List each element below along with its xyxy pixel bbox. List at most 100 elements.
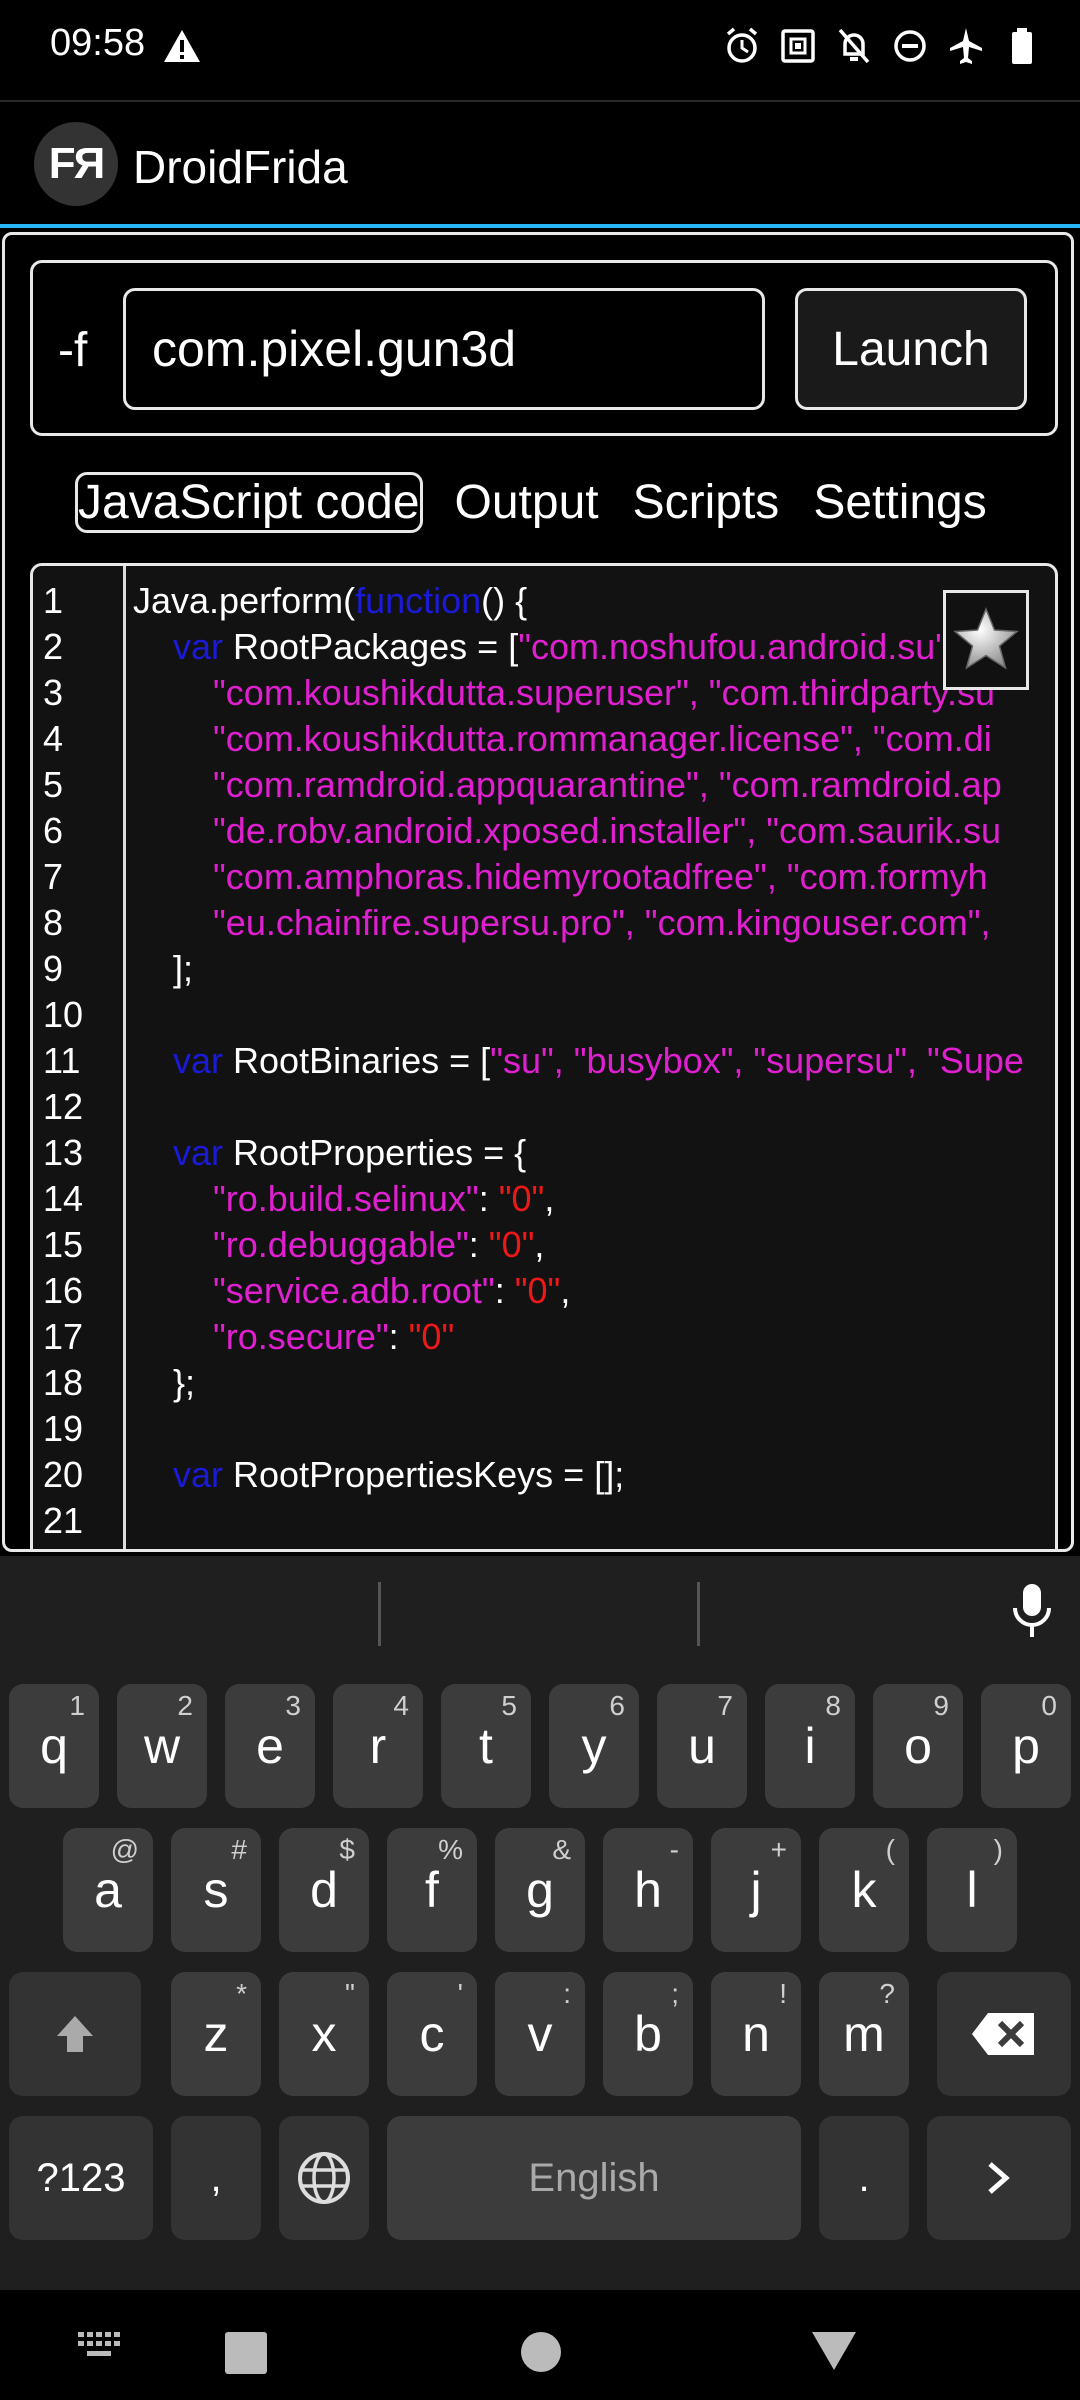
key-k[interactable]: k(	[819, 1828, 909, 1952]
code-token: function	[355, 580, 482, 621]
enter-arrow-icon	[988, 2162, 1010, 2194]
key-g[interactable]: g &	[495, 1828, 585, 1952]
period-key[interactable]: .	[819, 2116, 909, 2240]
key-c[interactable]: c '	[387, 1972, 477, 2096]
code-line: "com.amphoras.hidemyrootadfree", "com.fo…	[133, 854, 988, 900]
line-number-gutter: 1 2 3 4 5 6 7 8 9 10 11 12 13 14 15 16 17 18 19 20 21	[33, 566, 126, 1549]
code-token: "0"	[514, 1270, 561, 1311]
code-editor[interactable]: 1 2 3 4 5 6 7 8 9 10 11 12 13 14 15 16 17 18 19 20 21 Java.p…	[30, 563, 1058, 1549]
shift-icon	[57, 2016, 93, 2052]
key-y[interactable]: y6	[549, 1684, 639, 1808]
key-label: ?123	[36, 2155, 126, 2200]
line-number: 17	[43, 1316, 84, 1357]
code-token: ,	[560, 1270, 571, 1311]
key-m[interactable]: m?	[819, 1972, 909, 2096]
suggestion-divider	[378, 1582, 381, 1646]
comma-key[interactable]: ,	[171, 2116, 261, 2240]
key-f[interactable]: f%	[387, 1828, 477, 1952]
key-hint: ?	[879, 1978, 895, 2009]
code-token: "ro.debuggable"	[213, 1224, 469, 1265]
key-label: z	[203, 2006, 229, 2062]
code-line: var RootProperties = {	[133, 1130, 526, 1176]
key-hint: 6	[609, 1690, 625, 1721]
key-hint: 1	[69, 1690, 85, 1721]
line-number: 14	[43, 1178, 84, 1219]
code-line: };	[133, 1360, 195, 1406]
code-token: var	[173, 1040, 224, 1081]
key-d[interactable]: d $	[279, 1828, 369, 1952]
tab-output[interactable]: Output	[453, 471, 601, 534]
key-r[interactable]: r4	[333, 1684, 423, 1808]
nfc-icon	[781, 29, 815, 63]
package-input[interactable]	[123, 288, 765, 410]
key-label: o	[904, 1718, 932, 1774]
key-p[interactable]: p0	[981, 1684, 1071, 1808]
key-x[interactable]: x "	[279, 1972, 369, 2096]
tab-javascript-code[interactable]: JavaScript code	[75, 471, 423, 533]
key-s[interactable]: s #	[171, 1828, 261, 1952]
app-logo: FЯ	[34, 122, 118, 206]
mic-icon[interactable]	[1010, 1582, 1054, 1642]
key-hint: "	[345, 1978, 355, 2009]
keyboard-switch-icon[interactable]	[78, 2332, 122, 2360]
key-n[interactable]: n!	[711, 1972, 801, 2096]
key-i[interactable]: i8	[765, 1684, 855, 1808]
key-hint: @	[110, 1834, 139, 1865]
code-line: var RootPropertiesKeys = [];	[133, 1452, 624, 1498]
key-label: v	[527, 2006, 553, 2062]
key-hint: 0	[1041, 1690, 1057, 1721]
key-label: j	[750, 1862, 762, 1918]
back-icon[interactable]	[810, 2330, 858, 2372]
key-hint: 3	[285, 1690, 301, 1721]
line-number: 16	[43, 1270, 84, 1311]
code-token: :	[388, 1316, 409, 1357]
key-b[interactable]: b;	[603, 1972, 693, 2096]
key-z[interactable]: z *	[171, 1972, 261, 2096]
space-bar[interactable]: English	[387, 2116, 801, 2240]
line-number: 12	[43, 1086, 84, 1127]
key-hint: 7	[717, 1690, 733, 1721]
line-number: 4	[43, 718, 64, 759]
backspace-key[interactable]	[937, 1972, 1071, 2096]
key-a[interactable]: a @	[63, 1828, 153, 1952]
key-t[interactable]: t5	[441, 1684, 531, 1808]
key-w[interactable]: w2	[117, 1684, 207, 1808]
tab-scripts[interactable]: Scripts	[631, 471, 782, 534]
star-icon	[953, 607, 1019, 670]
key-q[interactable]: q1	[9, 1684, 99, 1808]
code-line: var RootBinaries = ["su", "busybox", "su…	[133, 1038, 1024, 1084]
shift-key[interactable]	[9, 1972, 141, 2096]
key-label: m	[843, 2006, 885, 2062]
key-hint: &	[552, 1834, 571, 1865]
symbols-key[interactable]: ?123	[9, 2116, 153, 2240]
key-hint: (	[885, 1834, 895, 1865]
code-token: ];	[133, 948, 194, 989]
launch-button[interactable]: Launch	[795, 288, 1027, 410]
key-label: s	[203, 1862, 229, 1918]
key-u[interactable]: u7	[657, 1684, 747, 1808]
home-icon[interactable]	[521, 2332, 561, 2372]
key-e[interactable]: e3	[225, 1684, 315, 1808]
warning-icon	[164, 30, 200, 62]
key-o[interactable]: o9	[873, 1684, 963, 1808]
key-label: p	[1012, 1718, 1040, 1774]
enter-key[interactable]	[927, 2116, 1071, 2240]
key-hint: 8	[825, 1690, 841, 1721]
code-token: "service.adb.root"	[213, 1270, 495, 1311]
recents-icon[interactable]	[225, 2332, 267, 2374]
tab-settings[interactable]: Settings	[811, 471, 988, 534]
key-l[interactable]: l)	[927, 1828, 1017, 1952]
key-v[interactable]: v:	[495, 1972, 585, 2096]
favorite-button[interactable]	[943, 590, 1029, 690]
code-area[interactable]: Java.perform(function() { var RootPackag…	[123, 566, 1055, 1549]
code-token: "su", "busybox", "supersu", "Supe	[490, 1040, 1024, 1081]
key-hint: #	[231, 1834, 247, 1865]
key-label: e	[256, 1718, 284, 1774]
key-h[interactable]: h-	[603, 1828, 693, 1952]
app-bar: FЯ DroidFrida	[0, 102, 1080, 226]
key-j[interactable]: j +	[711, 1828, 801, 1952]
language-key[interactable]	[279, 2116, 369, 2240]
main-panel: -f Launch JavaScript code Output Scripts…	[2, 232, 1074, 1552]
app-title: DroidFrida	[133, 141, 348, 193]
